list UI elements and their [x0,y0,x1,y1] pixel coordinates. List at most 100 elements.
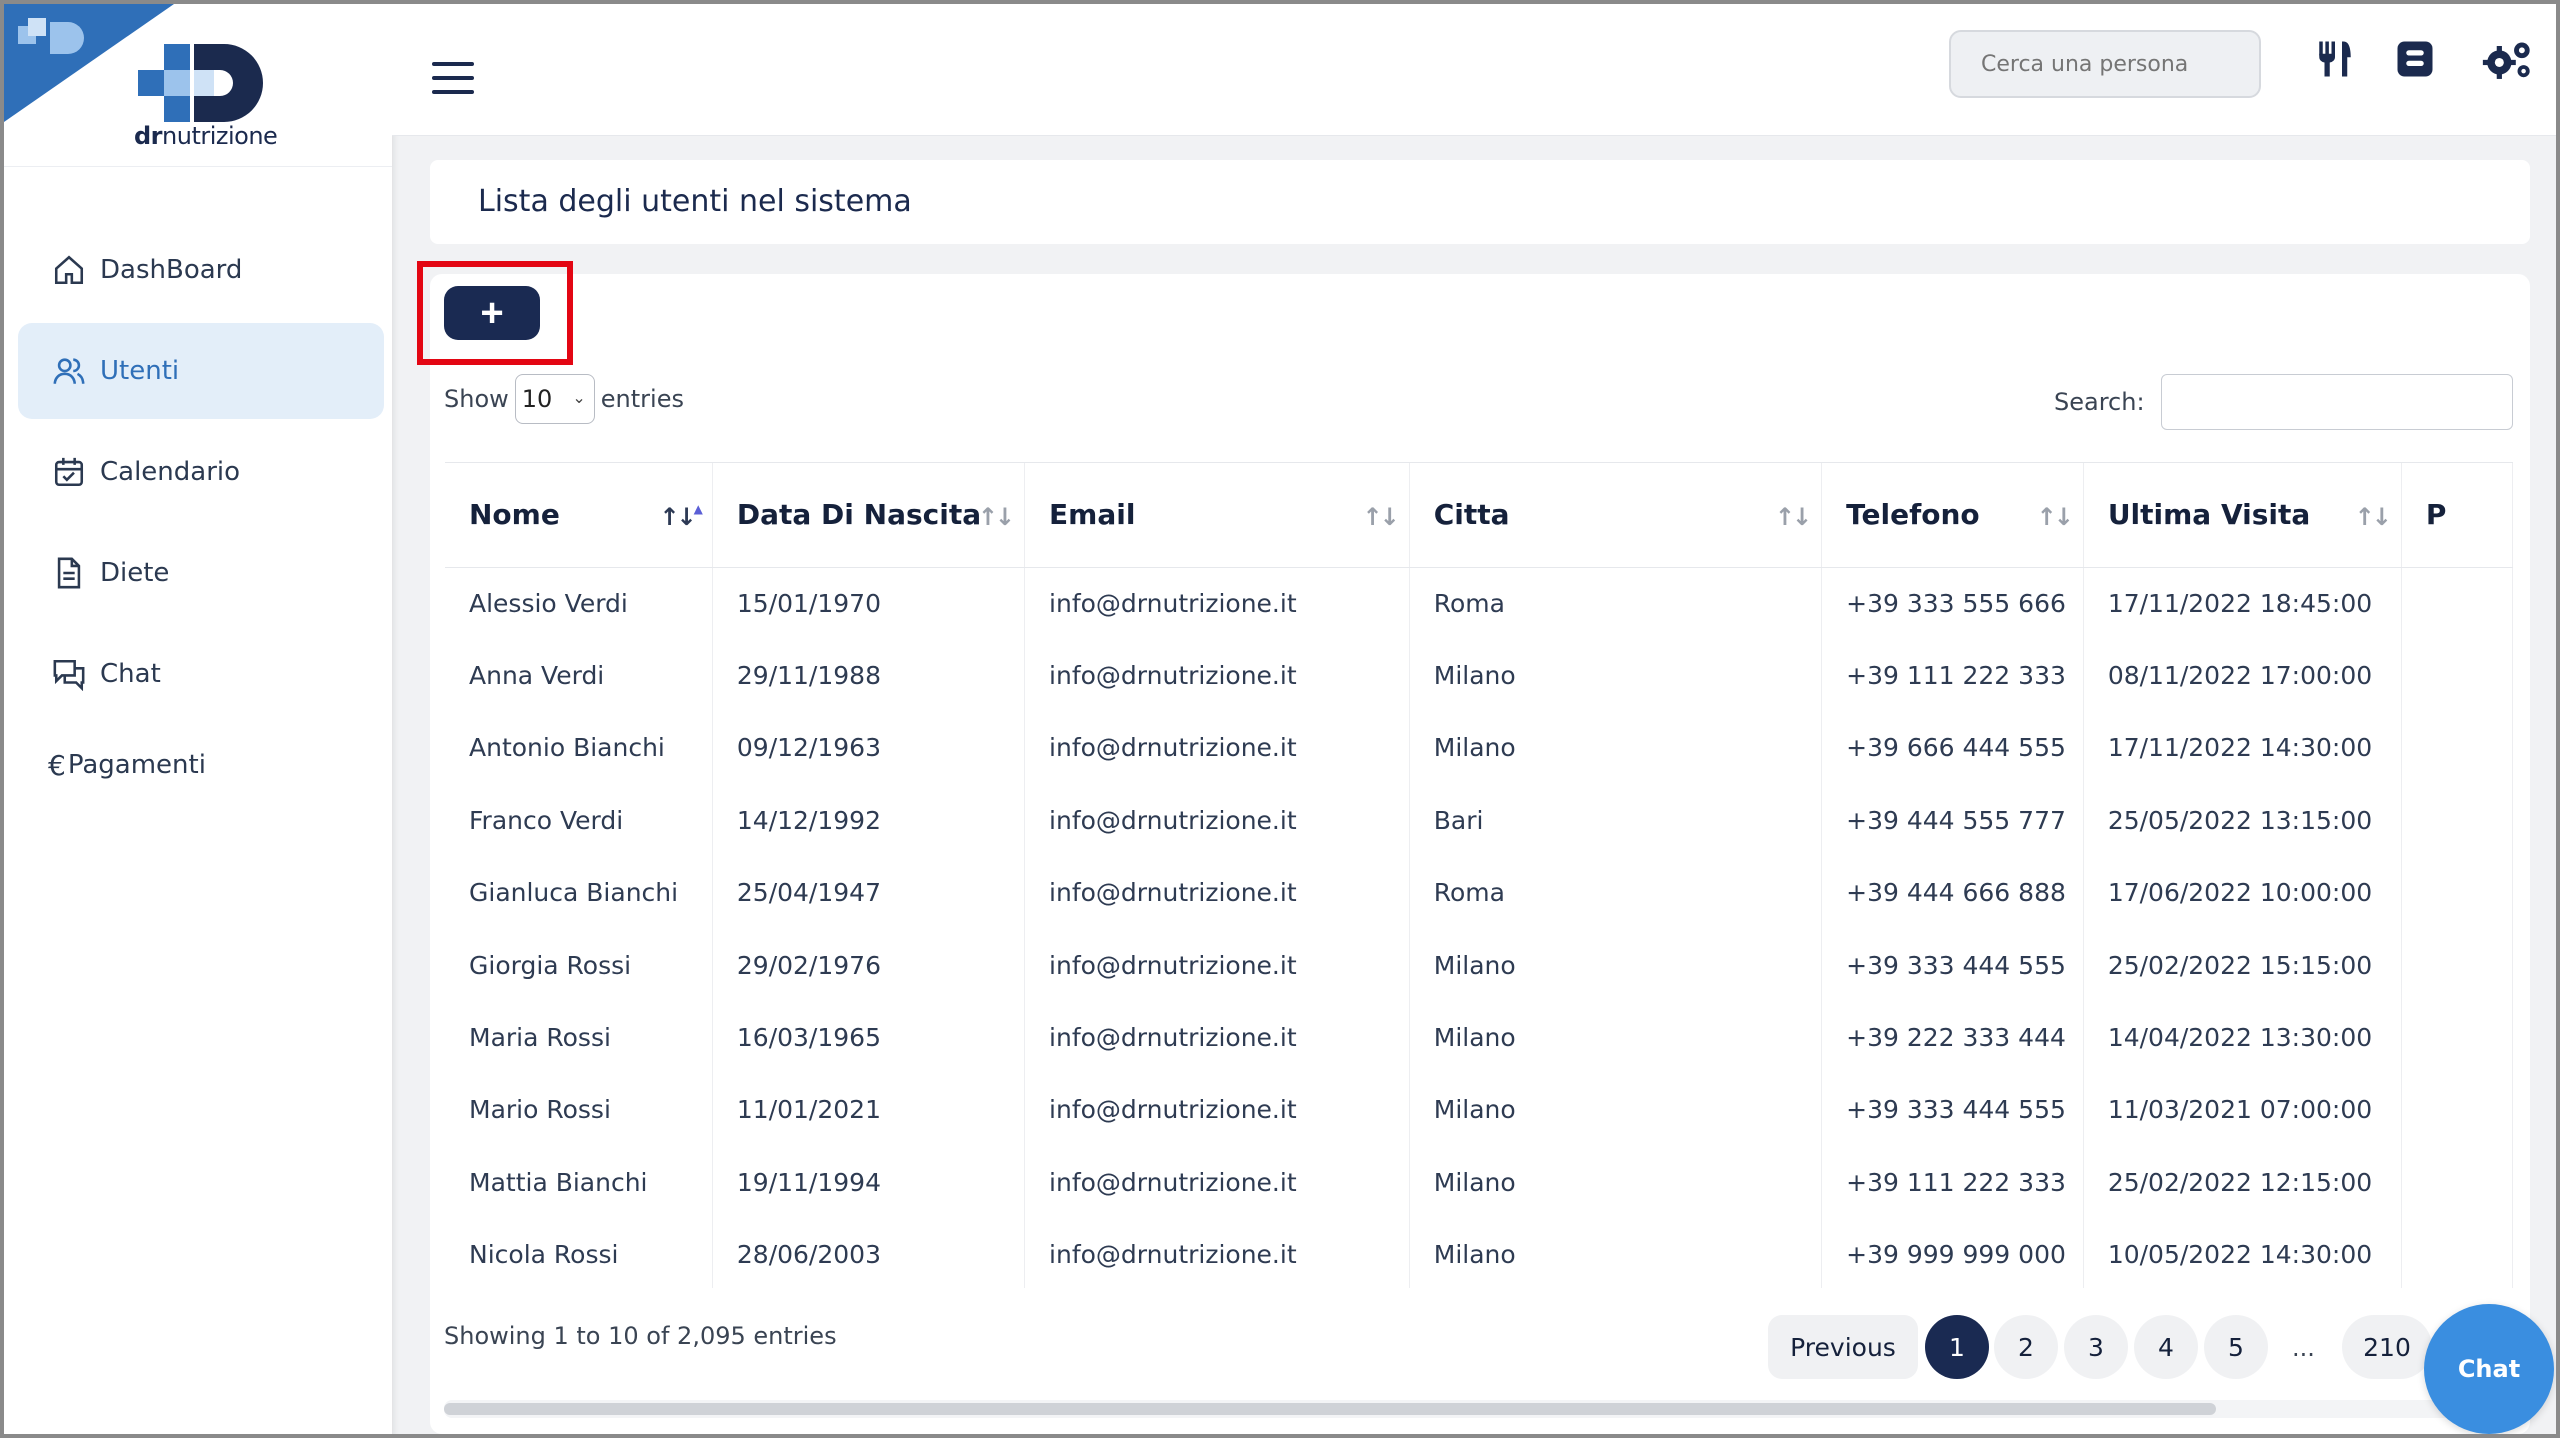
cell-ultima-visita: 08/11/2022 17:00:00 [2083,639,2402,712]
sort-icon: ↑↓ [1774,503,1812,531]
sidebar-item-chat[interactable]: Chat [18,626,384,722]
cell-p [2401,1001,2513,1074]
cell-telefono: +39 444 666 888 [1821,856,2084,929]
sidebar-item-label: DashBoard [100,255,243,285]
cell-p [2401,784,2513,857]
cell-email: info@drnutrizione.it [1024,1218,1410,1288]
cell-citta: Milano [1409,1218,1823,1288]
sort-icon: ↑↓ [2354,503,2392,531]
show-label: Show [444,385,509,413]
cell-email: info@drnutrizione.it [1024,639,1410,712]
topbar [392,4,2556,136]
cell-ultima-visita: 10/05/2022 14:30:00 [2083,1218,2402,1288]
cell-telefono: +39 999 999 000 [1821,1218,2084,1288]
sidebar-item-utenti[interactable]: Utenti [18,323,384,419]
table-row[interactable]: Antonio Bianchi 09/12/1963 info@drnutrizio… [445,711,2513,785]
cell-telefono: +39 333 444 555 [1821,928,2084,1002]
sidebar-item-label: Pagamenti [67,750,206,780]
sort-icon: ↑↓ [2036,503,2074,531]
pagination-ellipsis: ... [2292,1334,2315,1362]
cell-nome: Mattia Bianchi [445,1146,713,1219]
cell-citta: Roma [1409,856,1823,929]
cell-ultima-visita: 25/02/2022 12:15:00 [2083,1146,2402,1219]
users-table: Nome ↑↓▲ Data Di Nascita ↑↓ Email ↑↓ Citta ↑… [445,463,2513,1288]
pagination-page-3[interactable]: 3 [2064,1315,2128,1379]
person-search-input[interactable] [1949,30,2261,98]
table-row[interactable]: Nicola Rossi 28/06/2003 info@drnutrizione.… [445,1218,2513,1288]
menu-toggle-icon[interactable] [432,62,474,94]
home-icon [54,255,84,285]
pagination-page-4[interactable]: 4 [2134,1315,2198,1379]
entries-select[interactable]: 10 ⌄ [514,374,595,424]
cell-citta: Milano [1409,928,1823,1002]
cell-p [2401,711,2513,785]
column-header-data-di-nascita[interactable]: Data Di Nascita ↑↓ [712,463,1026,568]
table-search-input[interactable] [2161,374,2513,430]
table-row[interactable]: Mattia Bianchi 19/11/1994 info@drnutrizion… [445,1146,2513,1219]
cell-nome: Anna Verdi [445,639,713,712]
sidebar-item-dashboard[interactable]: DashBoard [18,222,384,318]
cell-email: info@drnutrizione.it [1024,856,1410,929]
table-row[interactable]: Anna Verdi 29/11/1988 info@drnutrizione.it… [445,639,2513,712]
column-header-citta[interactable]: Citta ↑↓ [1409,463,1823,568]
horizontal-scrollbar-thumb[interactable] [444,1403,2216,1415]
sidebar-item-label: Calendario [100,457,241,487]
document-icon [57,557,81,589]
highlight-box [417,261,573,365]
cell-data: 19/11/1994 [712,1146,1026,1219]
cell-nome: Giorgia Rossi [445,928,713,1002]
table-row[interactable]: Franco Verdi 14/12/1992 info@drnutrizione.… [445,784,2513,857]
entries-select-value: 10 [521,385,553,413]
sidebar-item-diete[interactable]: Diete [18,525,384,621]
column-header-p[interactable]: P [2401,463,2513,568]
entries-length-control: Show 10 ⌄ entries [444,374,684,424]
column-header-telefono[interactable]: Telefono ↑↓ [1821,463,2084,568]
cell-email: info@drnutrizione.it [1024,1146,1410,1219]
calendar-icon [54,457,84,487]
column-header-nome[interactable]: Nome ↑↓▲ [445,463,713,568]
pagination-page-5[interactable]: 5 [2204,1315,2268,1379]
cell-nome: Gianluca Bianchi [445,856,713,929]
cell-p [2401,639,2513,712]
column-header-email[interactable]: Email ↑↓ [1024,463,1410,568]
sort-asc-icon: ↑↓▲ [659,502,703,531]
sidebar-item-label: Utenti [100,356,180,386]
brand-logo-icon[interactable] [134,40,274,130]
table-row[interactable]: Gianluca Bianchi 25/04/1947 info@drnutrizi… [445,856,2513,929]
cell-ultima-visita: 14/04/2022 13:30:00 [2083,1001,2402,1074]
table-row[interactable]: Alessio Verdi 15/01/1970 info@drnutrizione… [445,567,2513,640]
euro-icon: € [48,748,66,782]
cell-nome: Nicola Rossi [445,1218,713,1288]
pagination-previous[interactable]: Previous [1768,1315,1918,1379]
pagination-page-last[interactable]: 210 [2342,1315,2432,1379]
sidebar-item-calendario[interactable]: Calendario [18,424,384,520]
chevron-down-icon: ⌄ [572,388,586,407]
sidebar-item-pagamenti[interactable]: € Pagamenti [18,727,384,803]
cell-ultima-visita: 17/11/2022 18:45:00 [2083,567,2402,640]
blog-icon[interactable] [2394,38,2436,80]
corner-logo-icon [18,18,84,54]
cell-ultima-visita: 17/06/2022 10:00:00 [2083,856,2402,929]
table-row[interactable]: Giorgia Rossi 29/02/1976 info@drnutrizione… [445,928,2513,1002]
cell-nome: Alessio Verdi [445,567,713,640]
cell-p [2401,1146,2513,1219]
cell-data: 15/01/1970 [712,567,1026,640]
utensils-icon[interactable] [2314,38,2356,80]
pagination-page-1[interactable]: 1 [1925,1315,1989,1379]
settings-icon[interactable] [2482,38,2534,80]
table-row[interactable]: Maria Rossi 16/03/1965 info@drnutrizione.i… [445,1001,2513,1074]
app-window: drnutrizione DashBoard Utenti Calendario… [0,0,2560,1438]
pagination-page-2[interactable]: 2 [1994,1315,2058,1379]
chat-button[interactable]: Chat [2424,1304,2554,1434]
cell-nome: Antonio Bianchi [445,711,713,785]
cell-data: 11/01/2021 [712,1073,1026,1147]
table-search-label: Search: [2054,388,2145,416]
cell-citta: Milano [1409,1073,1823,1147]
table-row[interactable]: Mario Rossi 11/01/2021 info@drnutrizione.i… [445,1073,2513,1147]
cell-p [2401,1218,2513,1288]
cell-email: info@drnutrizione.it [1024,784,1410,857]
cell-citta: Milano [1409,1001,1823,1074]
brand-name: drnutrizione [134,122,278,150]
cell-ultima-visita: 25/05/2022 13:15:00 [2083,784,2402,857]
column-header-ultima-visita[interactable]: Ultima Visita ↑↓ [2083,463,2402,568]
